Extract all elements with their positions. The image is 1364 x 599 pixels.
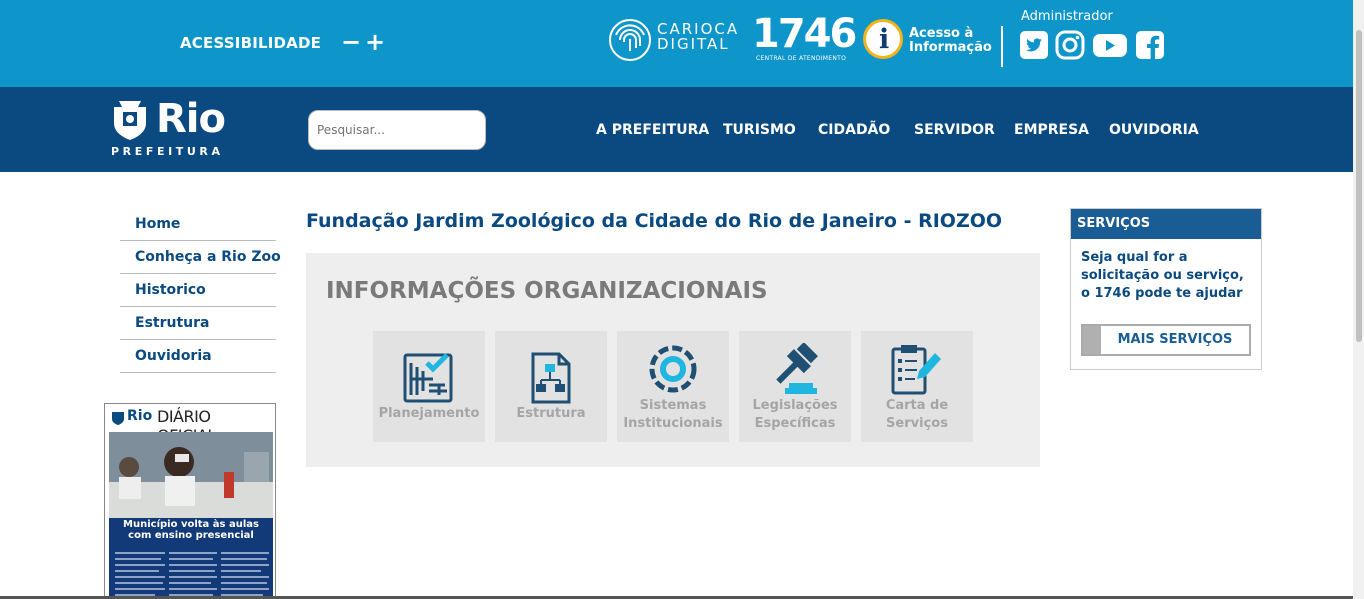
- diario-headline: Município volta às aulas com ensino pres…: [109, 519, 273, 541]
- decrease-font-button[interactable]: −: [341, 28, 361, 56]
- carioca-line2: DIGITAL: [657, 35, 730, 53]
- page-title: Fundação Jardim Zoológico da Cidade do R…: [306, 210, 1003, 232]
- logo-prefeitura-text: PREFEITURA: [111, 145, 224, 158]
- more-services-label: MAIS SERVIÇOS: [1117, 332, 1233, 347]
- sidebar-item-conheca[interactable]: Conheça a Rio Zoo: [120, 241, 281, 274]
- org-section-title: INFORMAÇÕES ORGANIZACIONAIS: [326, 278, 768, 304]
- diario-text-column: [221, 552, 269, 596]
- fingerprint-icon: [609, 19, 651, 61]
- card-legislacoes-line1: Legislações: [752, 398, 838, 413]
- more-services-button[interactable]: MAIS SERVIÇOS: [1081, 324, 1251, 356]
- page-scrollbar[interactable]: [1353, 0, 1364, 599]
- card-carta-line2: Serviços: [886, 416, 948, 431]
- card-sistemas-line1: Sistemas: [639, 398, 707, 413]
- city-crest-icon: [114, 101, 146, 140]
- central-1746-subtitle: CENTRAL DE ATENDIMENTO: [756, 55, 847, 62]
- diario-oficial-banner[interactable]: Rio DIÁRIO OFICIAL Município volta às au…: [104, 403, 276, 599]
- sidebar-item-historico[interactable]: Historico: [120, 274, 276, 307]
- diario-photo: [109, 432, 273, 518]
- instagram-icon[interactable]: [1055, 30, 1085, 60]
- diario-headline-line1: Município volta às aulas: [123, 519, 259, 530]
- card-legislacoes-label: Legislações Específicas: [739, 397, 851, 433]
- side-menu: Home Conheça a Rio Zoo Historico Estrutu…: [120, 208, 281, 373]
- central-1746-logo[interactable]: 1746: [752, 12, 857, 56]
- scrollbar-thumb[interactable]: [1356, 30, 1362, 342]
- nav-turismo[interactable]: TURISMO: [723, 122, 796, 138]
- services-header: SERVIÇOS: [1071, 209, 1261, 239]
- card-carta-servicos[interactable]: Carta de Serviços: [861, 331, 973, 442]
- diario-rio-text: Rio: [127, 408, 153, 424]
- gavel-icon: [776, 343, 818, 394]
- info-icon: i: [863, 19, 903, 59]
- acesso-line2: Informação: [909, 40, 992, 55]
- card-sistemas-line2: Institucionais: [623, 416, 723, 431]
- nav-ouvidoria[interactable]: OUVIDORIA: [1109, 122, 1199, 138]
- acesso-line1: Acesso à: [909, 26, 974, 41]
- youtube-icon[interactable]: [1092, 30, 1128, 60]
- structure-icon: [531, 352, 571, 404]
- rio-prefeitura-logo[interactable]: Rio PREFEITURA: [108, 96, 233, 158]
- nav-servidor[interactable]: SERVIDOR: [914, 122, 995, 138]
- card-estrutura-label: Estrutura: [516, 406, 586, 421]
- diario-header: Rio DIÁRIO OFICIAL: [109, 406, 273, 445]
- accessibility-label: ACESSIBILIDADE: [180, 34, 322, 52]
- carioca-digital-logo[interactable]: CARIOCA DIGITAL: [608, 17, 738, 63]
- topbar-divider: [1001, 26, 1003, 67]
- button-accent: [1083, 326, 1101, 354]
- crest-small-icon: [112, 412, 124, 425]
- card-carta-label: Carta de Serviços: [861, 397, 973, 433]
- card-planejamento-label: Planejamento: [378, 406, 480, 421]
- checklist-icon: [891, 345, 941, 395]
- search-input[interactable]: [308, 110, 486, 150]
- facebook-icon[interactable]: [1135, 30, 1165, 60]
- logo-rio-text: Rio: [156, 96, 226, 142]
- nav-a-prefeitura[interactable]: A PREFEITURA: [596, 122, 709, 138]
- services-text: Seja qual for a solicitação ou serviço, …: [1081, 250, 1244, 301]
- increase-font-button[interactable]: +: [365, 28, 385, 56]
- nav-cidadao[interactable]: CIDADÃO: [818, 122, 890, 138]
- diario-text-column: [115, 552, 165, 596]
- systems-icon: [649, 345, 697, 393]
- admin-link[interactable]: Administrador: [1021, 9, 1113, 24]
- sidebar-item-ouvidoria[interactable]: Ouvidoria: [120, 340, 276, 373]
- card-legislacoes-line2: Específicas: [754, 416, 836, 431]
- services-box: SERVIÇOS Seja qual for a solicitação ou …: [1070, 208, 1262, 370]
- card-planejamento[interactable]: Planejamento: [373, 331, 485, 442]
- card-legislacoes[interactable]: Legislações Específicas: [739, 331, 851, 442]
- sidebar-item-estrutura[interactable]: Estrutura: [120, 307, 276, 340]
- diario-headline-line2: com ensino presencial: [128, 530, 254, 541]
- twitter-icon[interactable]: [1019, 30, 1049, 60]
- card-estrutura[interactable]: Estrutura: [495, 331, 607, 442]
- planning-icon: [403, 353, 453, 403]
- nav-empresa[interactable]: EMPRESA: [1014, 122, 1089, 138]
- sidebar-item-home[interactable]: Home: [120, 208, 276, 241]
- card-sistemas[interactable]: Sistemas Institucionais: [617, 331, 729, 442]
- card-carta-line1: Carta de: [885, 398, 949, 413]
- card-sistemas-label: Sistemas Institucionais: [617, 397, 729, 433]
- diario-text-column: [169, 552, 217, 596]
